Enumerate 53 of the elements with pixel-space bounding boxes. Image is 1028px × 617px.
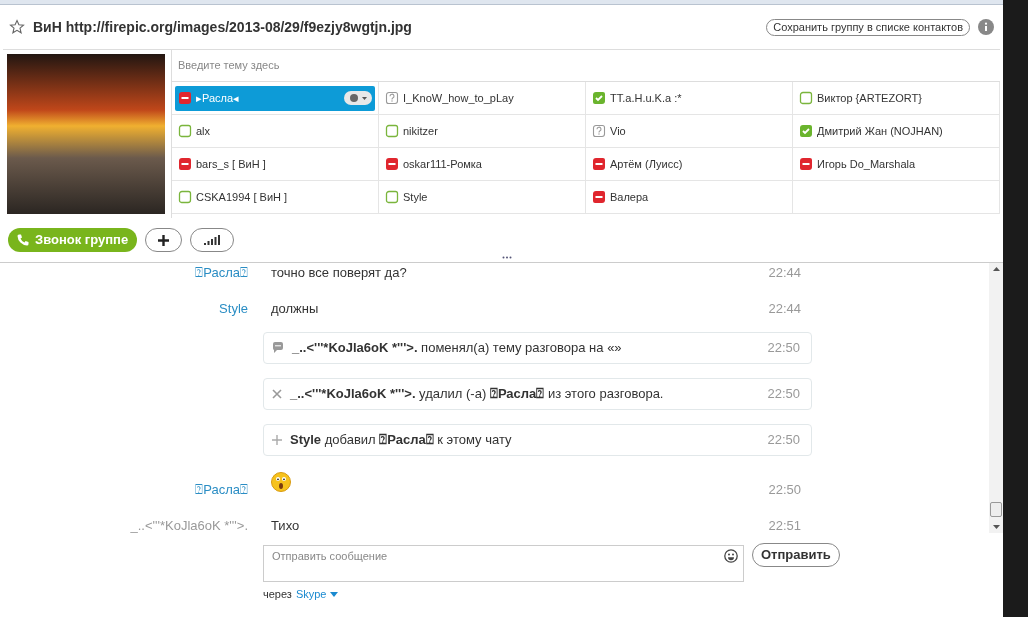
service-dropdown[interactable]: Skype <box>295 586 339 603</box>
event-time: 22:50 <box>767 385 800 404</box>
sender-name[interactable]: ⍰Расла⍰ <box>0 263 248 283</box>
participant-item[interactable]: Style <box>382 184 582 210</box>
caret-icon <box>330 591 339 597</box>
more-icon[interactable] <box>502 256 512 259</box>
participant-item[interactable]: Виктор {ARTEZORT} <box>796 85 996 111</box>
participant-item[interactable]: oskar111-Ромка <box>382 151 582 177</box>
smiley-icon[interactable] <box>724 549 738 563</box>
window-title: ВиН http://firepic.org/images/2013-08/29/f9ezjy8wgtjn.jpg <box>33 17 412 37</box>
topic-field[interactable]: Введите тему здесь <box>178 57 994 74</box>
participant-item[interactable]: nikitzer <box>382 118 582 144</box>
participant-item[interactable]: Дмитрий Жан (NOJHAN) <box>796 118 996 144</box>
speech-bubble-icon <box>272 342 284 354</box>
message-text: точно все поверят да? <box>271 264 408 282</box>
message-text: Тихо <box>271 516 301 535</box>
phone-icon <box>17 234 29 246</box>
message-time: 22:44 <box>767 264 801 282</box>
scroll-down-icon[interactable] <box>992 525 1000 529</box>
star-icon[interactable] <box>9 19 25 35</box>
participant-item[interactable]: Игорь Do_Marshala <box>796 151 996 177</box>
call-dropdown-icon[interactable] <box>344 91 372 105</box>
sender-name[interactable]: Style <box>0 298 248 318</box>
participant-item[interactable]: Артём (Луисс) <box>589 151 789 177</box>
scroll-thumb[interactable] <box>990 502 1002 517</box>
surprised-emoticon-icon <box>271 472 291 492</box>
via-label: через <box>263 587 292 602</box>
message-time: 22:51 <box>767 516 801 535</box>
plus-icon <box>158 234 170 246</box>
participant-item[interactable]: Vio <box>589 118 789 144</box>
message-time: 22:44 <box>767 299 801 318</box>
sender-name: _..<'''*KoJla6oK *'''>. <box>129 516 248 535</box>
participant-item[interactable]: alx <box>175 118 375 144</box>
info-icon[interactable] <box>978 19 994 35</box>
event-text: Style добавил ⍰Расла⍰ к этому чату <box>290 431 513 450</box>
participant-item[interactable]: TT.a.H.u.K.a :* <box>589 85 789 111</box>
message-input[interactable]: Отправить сообщение <box>263 544 744 582</box>
participant-item[interactable]: CSKA1994 [ ВиН ] <box>175 184 375 210</box>
event-time: 22:50 <box>767 431 800 450</box>
scrollbar[interactable] <box>989 263 1003 533</box>
participant-item[interactable]: I_KnoW_how_to_pLay <box>382 85 582 111</box>
event-text: _..<'''*KoJla6oK *'''>. удалил (-а) ⍰Расла⍰ из этого разговора. <box>290 385 665 404</box>
message-time: 22:50 <box>767 481 801 499</box>
scroll-up-icon[interactable] <box>992 267 1000 271</box>
close-icon <box>272 389 282 399</box>
event-text: _..<'''*KoJla6oK *'''>. поменял(а) тему разговора на «» <box>292 339 623 358</box>
plus-icon <box>272 435 282 445</box>
event-time: 22:50 <box>767 339 800 358</box>
message-text: должны <box>271 299 320 318</box>
signal-icon <box>204 235 221 245</box>
sender-name[interactable]: ⍰Расла⍰ <box>0 472 248 500</box>
participant-item[interactable]: Валера <box>589 184 789 210</box>
participant-item[interactable]: bars_s [ ВиН ] <box>175 151 375 177</box>
